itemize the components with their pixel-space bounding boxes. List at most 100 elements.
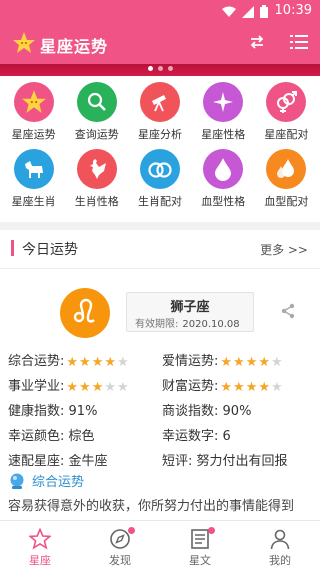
info-row: 综合运势: ★ ★ ★ ★ ★ 爱情运势: ★ ★ ★ ★ ★ (8, 346, 312, 371)
app-bar: 星座运势 (0, 24, 320, 64)
document-icon (191, 529, 209, 549)
star-filled-icon: ★ (66, 355, 79, 370)
feature-label: 血型配对 (264, 195, 309, 208)
sign-name: 狮子座 (170, 300, 210, 315)
info-row: 事业学业: ★ ★ ★ ★ ★ 财富运势: ★ ★ ★ ★ ★ (8, 371, 312, 396)
tab-articles[interactable]: 星文 (160, 521, 240, 570)
today-title: 今日运势 (22, 242, 78, 258)
feature-label: 星座生肖 (11, 195, 56, 208)
wifi-icon (222, 6, 236, 17)
star-filled-icon: ★ (258, 380, 271, 395)
feature-zodiac-personality[interactable]: 生肖性格 (65, 149, 128, 209)
wealth-stars: ★ ★ ★ ★ ★ (220, 381, 282, 394)
star-empty-icon: ★ (271, 380, 283, 395)
tab-discover[interactable]: 发现 (80, 521, 160, 570)
carousel-dot (167, 66, 173, 71)
comment-item: 短评: 努力付出有回报 (162, 450, 288, 469)
career-label: 事业学业: (8, 379, 65, 394)
rings-icon (140, 149, 180, 189)
section-accent-bar (11, 240, 14, 256)
menu-icon[interactable] (290, 34, 308, 50)
love-label: 爱情运势: (162, 354, 219, 369)
match-value: 金牛座 (68, 454, 108, 469)
telescope-icon (140, 82, 180, 122)
signal-icon (242, 5, 254, 18)
feature-query[interactable]: 查询运势 (65, 82, 128, 142)
share-icon[interactable] (280, 303, 296, 319)
section-separator (0, 222, 320, 230)
leo-icon[interactable] (60, 288, 110, 338)
person-icon (270, 529, 290, 550)
feature-label: 生肖配对 (138, 195, 182, 208)
star-filled-icon: ★ (245, 380, 258, 395)
star-filled-icon: ★ (79, 380, 91, 395)
feature-label: 星座分析 (138, 128, 182, 141)
lucky-color-item: 幸运颜色: 棕色 (8, 425, 95, 444)
status-time: 10:39 (274, 3, 312, 18)
valid-date: 2020.10.08 (182, 319, 240, 330)
carousel-dot (157, 66, 163, 71)
more-link[interactable]: 更多 >> (260, 241, 308, 258)
lucky-color-label: 幸运颜色: (8, 429, 65, 444)
match-label: 速配星座: (8, 454, 65, 469)
feature-zodiac-match[interactable]: 生肖配对 (128, 149, 191, 209)
crystal-ball-icon (10, 473, 24, 489)
dog-icon (13, 149, 54, 189)
feature-horoscope[interactable]: 星座运势 (2, 82, 65, 142)
sign-card[interactable]: 狮子座 有效期限: 2020.10.08 (126, 292, 254, 332)
negotiation-item: 商谈指数: 90% (162, 400, 251, 419)
drops-icon (266, 149, 307, 189)
negotiation-value: 90% (222, 404, 252, 419)
feature-label: 星座性格 (201, 128, 246, 141)
feature-label: 星座配对 (264, 128, 309, 141)
drop-icon (203, 149, 244, 189)
star-filled-icon: ★ (66, 380, 79, 395)
tab-profile[interactable]: 我的 (240, 521, 320, 570)
feature-analysis[interactable]: 星座分析 (128, 82, 191, 142)
lucky-number-item: 幸运数字: 6 (162, 425, 231, 444)
tab-label: 星座 (29, 554, 51, 567)
health-label: 健康指数: (8, 404, 65, 419)
star-empty-icon: ★ (117, 355, 129, 370)
status-icons (222, 5, 268, 18)
star-filled-icon: ★ (104, 355, 117, 370)
star-filled-icon: ★ (91, 355, 104, 370)
match-item: 速配星座: 金牛座 (8, 450, 108, 469)
feature-blood-match[interactable]: 血型配对 (255, 149, 318, 209)
feature-blood-personality[interactable]: 血型性格 (192, 149, 255, 209)
info-row: 幸运颜色: 棕色 幸运数字: 6 (8, 421, 312, 446)
bottom-tab-bar: 星座 发现 星文 我的 (0, 520, 320, 570)
star-filled-icon: ★ (245, 355, 258, 370)
feature-label: 血型性格 (201, 195, 246, 208)
star-empty-icon: ★ (271, 355, 283, 370)
rooster-icon (76, 149, 117, 189)
feature-label: 查询运势 (74, 128, 119, 141)
carousel-indicator (0, 66, 320, 71)
feature-match[interactable]: 星座配对 (255, 82, 318, 142)
composite-stars: ★ ★ ★ ★ ★ (66, 356, 128, 369)
tab-horoscope[interactable]: 星座 (0, 521, 80, 570)
share-icon[interactable] (248, 33, 266, 51)
career-item: 事业学业: ★ ★ ★ ★ ★ (8, 375, 129, 394)
lucky-color-value: 棕色 (68, 429, 95, 444)
star-filled-icon: ★ (258, 355, 271, 370)
love-stars: ★ ★ ★ ★ ★ (220, 356, 282, 369)
composite-section-title: 综合运势 (32, 475, 85, 490)
valid-label: 有效期限: (135, 319, 179, 330)
feature-row: 星座生肖 生肖性格 生肖配对 血型性格 血型配对 (0, 149, 320, 209)
wealth-label: 财富运势: (162, 379, 219, 394)
feature-zodiac-animal[interactable]: 星座生肖 (2, 149, 65, 209)
feature-personality[interactable]: 星座性格 (192, 82, 255, 142)
career-stars: ★ ★ ★ ★ ★ (66, 381, 128, 394)
star-filled-icon: ★ (91, 380, 104, 395)
feature-label: 生肖性格 (74, 195, 119, 208)
health-item: 健康指数: 91% (8, 400, 97, 419)
gender-icon (266, 82, 307, 122)
lucky-number-label: 幸运数字: (162, 429, 219, 444)
fortune-info: 综合运势: ★ ★ ★ ★ ★ 爱情运势: ★ ★ ★ ★ ★ 事业学业: ★ ★ ★ ★ ★ 财富运势: ★ ★… (8, 346, 312, 471)
star-outline-icon (29, 528, 51, 550)
notification-badge (128, 527, 135, 534)
composite-label: 综合运势: (8, 354, 65, 369)
valid-period: 有效期限: 2020.10.08 (135, 315, 240, 330)
app-title: 星座运势 (40, 37, 109, 56)
